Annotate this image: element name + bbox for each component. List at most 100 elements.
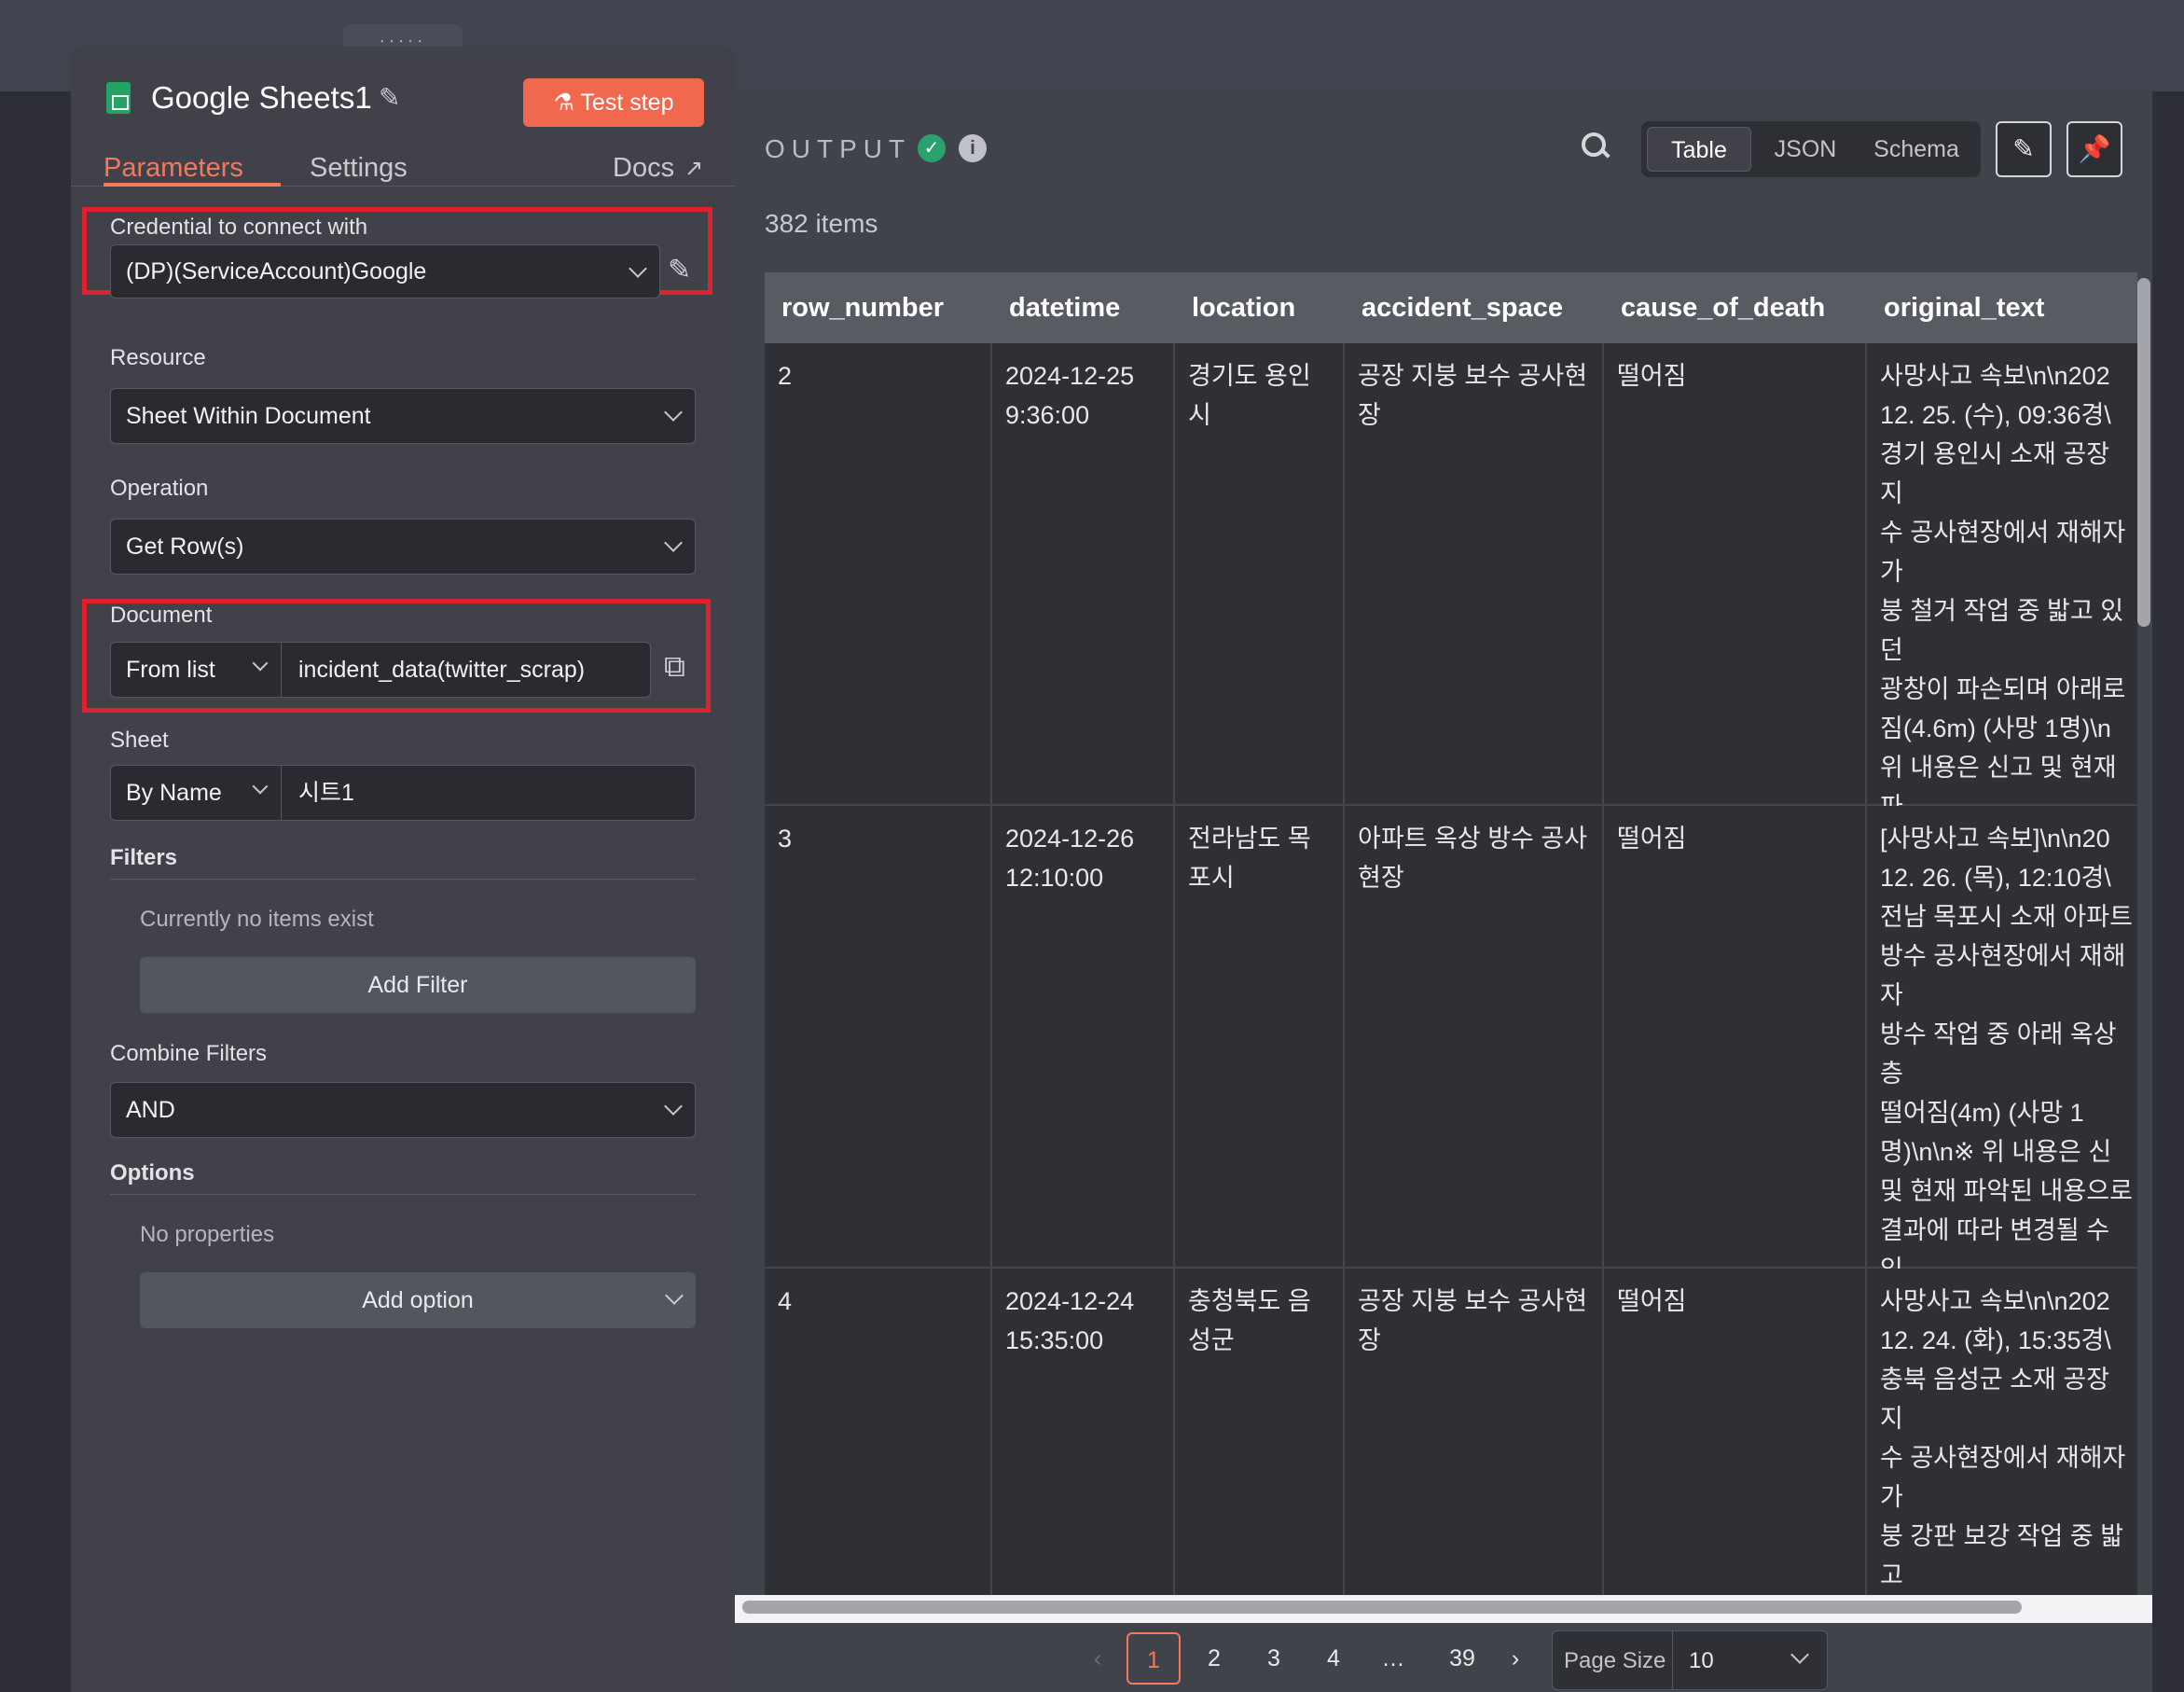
document-value: incident_data(twitter_scrap) (298, 657, 586, 683)
resource-select[interactable]: Sheet Within Document (110, 388, 696, 444)
sheet-mode-select[interactable]: By Name (110, 765, 282, 821)
column-header[interactable]: accident_space (1345, 272, 1604, 343)
horizontal-scrollbar[interactable] (742, 1601, 2022, 1614)
table-row: 3 2024-12-26 12:10:00 전라남도 목 포시 아파트 옥상 방… (765, 806, 2137, 1269)
page-size-label: Page Size (1564, 1648, 1666, 1673)
resource-value: Sheet Within Document (126, 403, 371, 429)
edit-output-pencil-icon[interactable]: ✎ (1996, 121, 2052, 177)
add-filter-button[interactable]: Add Filter (140, 957, 696, 1013)
active-tab-underline (104, 183, 281, 187)
credential-label: Credential to connect with (110, 215, 368, 240)
tab-settings[interactable]: Settings (310, 153, 408, 184)
cell-cause-of-death[interactable]: 떨어짐 (1604, 1269, 1867, 1595)
cell-location[interactable]: 경기도 용인 시 (1175, 343, 1345, 806)
success-check-icon: ✓ (918, 134, 946, 162)
cell-row-number[interactable]: 4 (765, 1269, 992, 1595)
output-title: OUTPUT (765, 134, 912, 163)
page-button-3[interactable]: 3 (1255, 1632, 1292, 1685)
cell-row-number[interactable]: 2 (765, 343, 992, 806)
page-size-divider (1672, 1631, 1673, 1689)
options-label: Options (110, 1160, 195, 1186)
chevron-down-icon (1790, 1645, 1809, 1664)
view-schema-button[interactable]: Schema (1861, 127, 1971, 172)
cell-original-text[interactable]: 사망사고 속보\n\n202 12. 25. (수), 09:36경\ 경기 용… (1867, 343, 2137, 806)
document-mode-value: From list (126, 657, 215, 683)
edit-credential-pencil-icon[interactable]: ✎ (668, 254, 691, 286)
credential-value: (DP)(ServiceAccount)Google (126, 258, 427, 284)
view-json-button[interactable]: JSON (1761, 127, 1850, 172)
cell-cause-of-death[interactable]: 떨어짐 (1604, 806, 1867, 1269)
external-link-icon: ↗ (684, 156, 704, 181)
output-panel: OUTPUT ✓ i Table JSON Schema ✎ 📌 382 ite… (735, 91, 2152, 1692)
rename-pencil-icon[interactable]: ✎ (379, 82, 400, 113)
cell-location[interactable]: 충청북도 음 성군 (1175, 1269, 1345, 1595)
page-button-39[interactable]: 39 (1434, 1632, 1490, 1685)
cell-datetime[interactable]: 2024-12-26 12:10:00 (992, 806, 1175, 1269)
view-toggle: Table JSON Schema (1641, 121, 1981, 177)
document-mode-select[interactable]: From list (110, 642, 282, 698)
open-document-external-icon[interactable]: ⧉ (664, 649, 685, 685)
add-option-button[interactable]: Add option (140, 1272, 696, 1328)
table-header: row_number datetime location accident_sp… (765, 272, 2137, 343)
test-step-button[interactable]: ⚗ Test step (523, 78, 704, 127)
search-icon[interactable] (1582, 132, 1608, 159)
document-value-select[interactable]: incident_data(twitter_scrap) (282, 642, 651, 698)
column-header[interactable]: original_text (1867, 272, 2137, 343)
sheet-mode-value: By Name (126, 780, 222, 806)
cell-accident-space[interactable]: 공장 지붕 보수 공사현 장 (1345, 343, 1604, 806)
view-table-button[interactable]: Table (1647, 127, 1751, 172)
cell-row-number[interactable]: 3 (765, 806, 992, 1269)
cell-datetime[interactable]: 2024-12-24 15:35:00 (992, 1269, 1175, 1595)
filters-label: Filters (110, 845, 178, 870)
table-row: 4 2024-12-24 15:35:00 충청북도 음 성군 공장 지붕 보수… (765, 1269, 2137, 1595)
operation-label: Operation (110, 476, 209, 501)
operation-value: Get Row(s) (126, 534, 244, 560)
page-button-4[interactable]: 4 (1315, 1632, 1352, 1685)
node-title[interactable]: Google Sheets1 (151, 80, 372, 116)
page-ellipsis[interactable]: … (1375, 1632, 1412, 1685)
prev-page-icon[interactable]: ‹ (1084, 1632, 1112, 1685)
cell-original-text[interactable]: 사망사고 속보\n\n202 12. 24. (화), 15:35경\ 충북 음… (1867, 1269, 2137, 1595)
page-size-select[interactable]: Page Size 10 (1552, 1630, 1828, 1690)
add-option-label: Add option (362, 1287, 474, 1313)
output-table: row_number datetime location accident_sp… (765, 272, 2137, 1595)
cell-accident-space[interactable]: 아파트 옥상 방수 공사 현장 (1345, 806, 1604, 1269)
cell-cause-of-death[interactable]: 떨어짐 (1604, 343, 1867, 806)
sheet-value: 시트1 (298, 780, 354, 806)
chevron-down-icon (665, 1286, 684, 1305)
column-header[interactable]: row_number (765, 272, 992, 343)
cell-location[interactable]: 전라남도 목 포시 (1175, 806, 1345, 1269)
page-button-1[interactable]: 1 (1127, 1632, 1181, 1685)
credential-select[interactable]: (DP)(ServiceAccount)Google (110, 244, 660, 298)
tab-parameters[interactable]: Parameters (104, 153, 243, 184)
flask-icon: ⚗ (553, 90, 581, 116)
options-divider (110, 1194, 696, 1195)
operation-select[interactable]: Get Row(s) (110, 519, 696, 575)
google-sheets-icon (106, 82, 131, 114)
pin-icon[interactable]: 📌 (2067, 121, 2122, 177)
column-header[interactable]: location (1175, 272, 1345, 343)
cell-accident-space[interactable]: 공장 지붕 보수 공사현 장 (1345, 1269, 1604, 1595)
chevron-down-icon (629, 259, 647, 278)
test-step-label: Test step (580, 90, 674, 116)
sheet-selector: By Name 시트1 (110, 765, 696, 821)
info-icon[interactable]: i (959, 134, 987, 162)
column-header[interactable]: cause_of_death (1604, 272, 1867, 343)
chevron-down-icon (252, 778, 269, 795)
filters-empty-text: Currently no items exist (140, 907, 374, 932)
docs-link[interactable]: Docs (613, 153, 674, 184)
document-selector: From list incident_data(twitter_scrap) (110, 642, 651, 698)
table-row: 2 2024-12-25 9:36:00 경기도 용인 시 공장 지붕 보수 공… (765, 343, 2137, 806)
combine-filters-select[interactable]: AND (110, 1082, 696, 1138)
sheet-name-input[interactable]: 시트1 (282, 765, 696, 821)
cell-original-text[interactable]: [사망사고 속보]\n\n20 12. 26. (목), 12:10경\ 전남 … (1867, 806, 2137, 1269)
next-page-icon[interactable]: › (1501, 1632, 1529, 1685)
chevron-down-icon (664, 1097, 683, 1116)
chevron-down-icon (664, 534, 683, 552)
vertical-scrollbar[interactable] (2137, 278, 2150, 627)
page-button-2[interactable]: 2 (1196, 1632, 1233, 1685)
chevron-down-icon (664, 403, 683, 422)
column-header[interactable]: datetime (992, 272, 1175, 343)
resource-label: Resource (110, 345, 206, 370)
cell-datetime[interactable]: 2024-12-25 9:36:00 (992, 343, 1175, 806)
